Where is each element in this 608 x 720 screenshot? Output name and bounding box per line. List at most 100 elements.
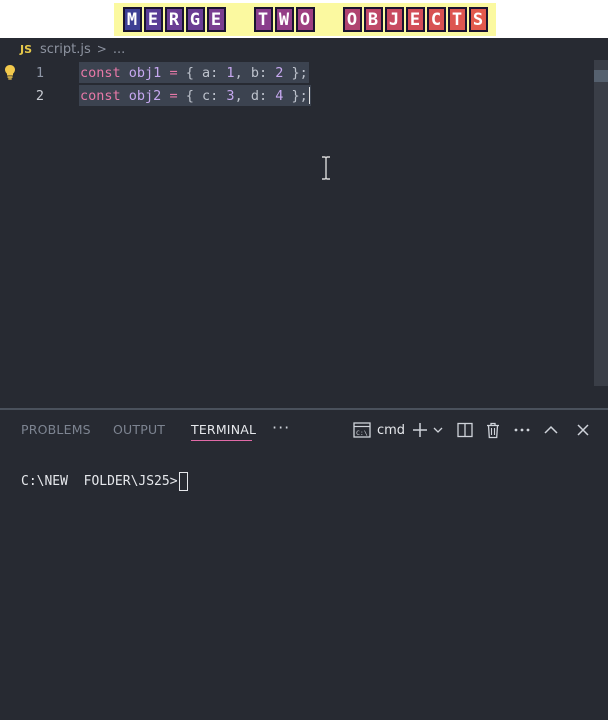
token-identifier: obj2 [128, 87, 162, 104]
token-brace: }; [291, 87, 308, 104]
title-letter: E [206, 7, 226, 32]
close-panel-button[interactable] [577, 420, 589, 440]
terminal-shell-icon: C:\ [353, 422, 371, 438]
title-letter: C [426, 7, 446, 32]
token-colon: : [210, 87, 219, 104]
close-icon [577, 424, 589, 436]
token-number: 3 [226, 87, 235, 104]
lightbulb-icon[interactable] [4, 64, 16, 80]
code-line-1[interactable]: 1 const obj1 = { a: 1, b: 2 }; [0, 61, 594, 84]
token-key: b [250, 64, 259, 81]
token-brace: }; [291, 64, 308, 81]
plus-icon [413, 423, 427, 437]
title-letter: R [164, 7, 184, 32]
token-comma: , [234, 64, 243, 81]
terminal-prompt: C:\NEW FOLDER\JS25> [21, 474, 178, 489]
line-number: 2 [35, 87, 45, 104]
terminal-dropdown-button[interactable] [433, 420, 443, 440]
token-number: 1 [226, 64, 235, 81]
title-banner-text: M E R G E T W O O B J E C T S [114, 3, 496, 36]
breadcrumb-symbols[interactable]: ... [113, 42, 125, 57]
token-keyword: const [80, 87, 121, 104]
code-text[interactable]: const obj1 = { a: 1, b: 2 }; [79, 62, 309, 83]
terminal-cursor [178, 472, 188, 491]
title-banner: M E R G E T W O O B J E C T S [0, 0, 608, 38]
code-editor[interactable]: 1 const obj1 = { a: 1, b: 2 }; 2 const o… [0, 60, 608, 408]
title-letter: W [274, 7, 294, 32]
kill-terminal-button[interactable] [485, 420, 501, 440]
token-operator: = [169, 87, 178, 104]
split-icon [457, 422, 473, 438]
token-brace: { [185, 64, 194, 81]
chevron-down-icon [433, 427, 443, 433]
bottom-panel: PROBLEMS OUTPUT TERMINAL ··· C:\ cmd C:\… [0, 410, 608, 720]
title-letter: B [363, 7, 383, 32]
scrollbar-thumb[interactable] [594, 70, 608, 82]
title-letter: O [295, 7, 315, 32]
title-letter: G [185, 7, 205, 32]
more-tabs-icon[interactable]: ··· [272, 418, 290, 437]
token-colon: : [258, 87, 268, 104]
token-key: d [250, 87, 259, 104]
breadcrumb-file[interactable]: script.js [40, 42, 91, 57]
code-line-2[interactable]: 2 const obj2 = { c: 3, d: 4 }; [0, 84, 594, 107]
tab-terminal[interactable]: TERMINAL [191, 422, 256, 437]
line-number: 1 [35, 64, 45, 81]
title-letter: T [253, 7, 273, 32]
shell-selector[interactable]: C:\ cmd [353, 420, 405, 440]
token-comma: , [234, 87, 243, 104]
more-icon [514, 428, 530, 432]
editor-scrollbar[interactable] [594, 60, 608, 386]
ibeam-cursor-icon [322, 156, 330, 180]
title-letter: E [143, 7, 163, 32]
title-word-merge: M E R G E [122, 7, 226, 32]
title-letter: M [122, 7, 142, 32]
title-word-two: T W O [253, 7, 315, 32]
text-caret [308, 87, 310, 104]
active-tab-indicator [191, 440, 252, 441]
token-operator: = [169, 64, 178, 81]
svg-text:C:\: C:\ [356, 429, 368, 437]
title-letter: T [447, 7, 467, 32]
javascript-file-icon: JS [20, 42, 33, 56]
tab-output[interactable]: OUTPUT [113, 422, 165, 437]
tab-problems[interactable]: PROBLEMS [21, 422, 91, 437]
shell-label: cmd [377, 422, 406, 438]
title-letter: S [468, 7, 488, 32]
token-key: a [202, 64, 211, 81]
token-keyword: const [80, 64, 121, 81]
new-terminal-button[interactable] [412, 420, 428, 440]
trash-icon [487, 422, 499, 438]
split-terminal-button[interactable] [457, 420, 473, 440]
token-key: c [202, 87, 211, 104]
terminal-prompt-line[interactable]: C:\NEW FOLDER\JS25> [21, 472, 188, 491]
token-brace: { [185, 87, 194, 104]
breadcrumb-separator: > [96, 42, 107, 56]
token-colon: : [210, 64, 219, 81]
chevron-up-icon [544, 425, 558, 434]
panel-tab-bar: PROBLEMS OUTPUT TERMINAL ··· C:\ cmd [0, 410, 608, 450]
token-identifier: obj1 [128, 64, 162, 81]
code-text[interactable]: const obj2 = { c: 3, d: 4 }; [79, 85, 311, 106]
maximize-panel-button[interactable] [544, 420, 558, 440]
token-colon: : [258, 64, 268, 81]
breadcrumb: JS script.js > ... [0, 38, 608, 60]
panel-more-button[interactable] [514, 420, 530, 440]
title-word-objects: O B J E C T S [342, 7, 488, 32]
token-number: 2 [275, 64, 284, 81]
title-letter: J [384, 7, 404, 32]
